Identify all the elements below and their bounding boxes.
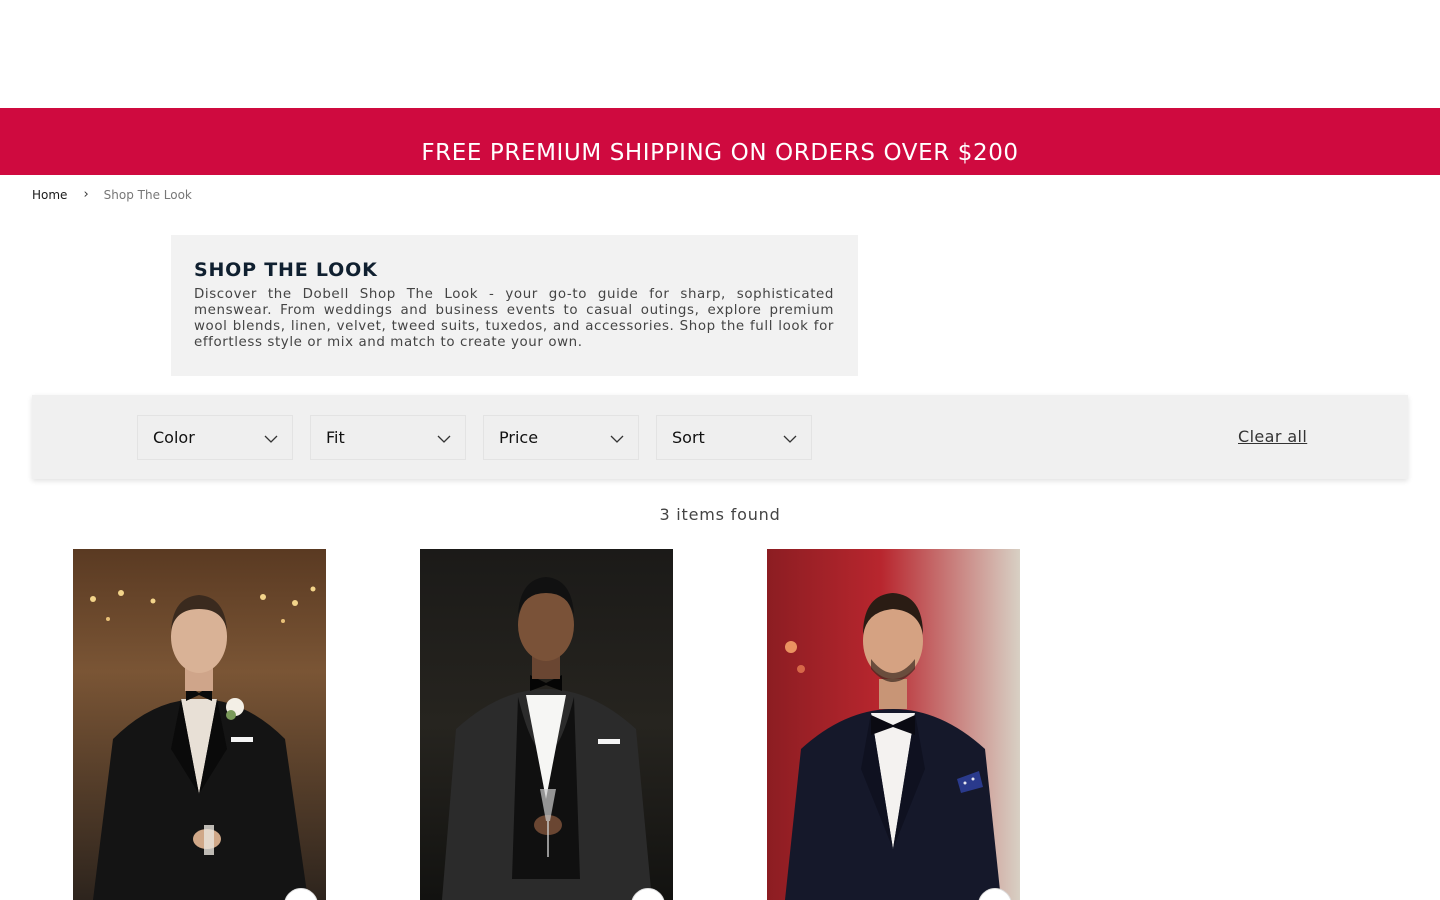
collection-intro: SHOP THE LOOK Discover the Dobell Shop T…	[171, 235, 858, 376]
page-title: SHOP THE LOOK	[194, 259, 378, 281]
product-card[interactable]	[420, 549, 673, 900]
fit-filter-dropdown[interactable]: Fit	[310, 415, 466, 460]
promo-banner: FREE PREMIUM SHIPPING ON ORDERS OVER $20…	[0, 108, 1440, 175]
filter-bar: Color Fit Price Sort Clear all	[32, 395, 1408, 479]
results-count: 3 items found	[659, 505, 781, 524]
filter-label: Price	[499, 428, 539, 447]
collection-description: Discover the Dobell Shop The Look - your…	[194, 287, 834, 350]
price-filter-dropdown[interactable]: Price	[483, 415, 639, 460]
chevron-down-icon	[264, 435, 278, 443]
breadcrumb-current: Shop The Look	[103, 188, 192, 202]
product-image	[420, 549, 673, 900]
filter-label: Fit	[326, 428, 345, 447]
product-image	[767, 549, 1020, 900]
product-card[interactable]	[73, 549, 326, 900]
chevron-right-icon: ›	[83, 187, 89, 202]
breadcrumb-home-link[interactable]: Home	[32, 188, 67, 202]
chevron-down-icon	[437, 435, 451, 443]
color-filter-dropdown[interactable]: Color	[137, 415, 293, 460]
clear-all-link[interactable]: Clear all	[1238, 427, 1307, 446]
breadcrumb: Home › Shop The Look	[32, 187, 192, 203]
site-header	[0, 0, 1440, 108]
filter-label: Sort	[672, 428, 705, 447]
chevron-down-icon	[783, 435, 797, 443]
product-image	[73, 549, 326, 900]
sort-dropdown[interactable]: Sort	[656, 415, 812, 460]
filter-label: Color	[153, 428, 195, 447]
chevron-down-icon	[610, 435, 624, 443]
product-card[interactable]	[767, 549, 1020, 900]
promo-text: FREE PREMIUM SHIPPING ON ORDERS OVER $20…	[421, 140, 1019, 166]
